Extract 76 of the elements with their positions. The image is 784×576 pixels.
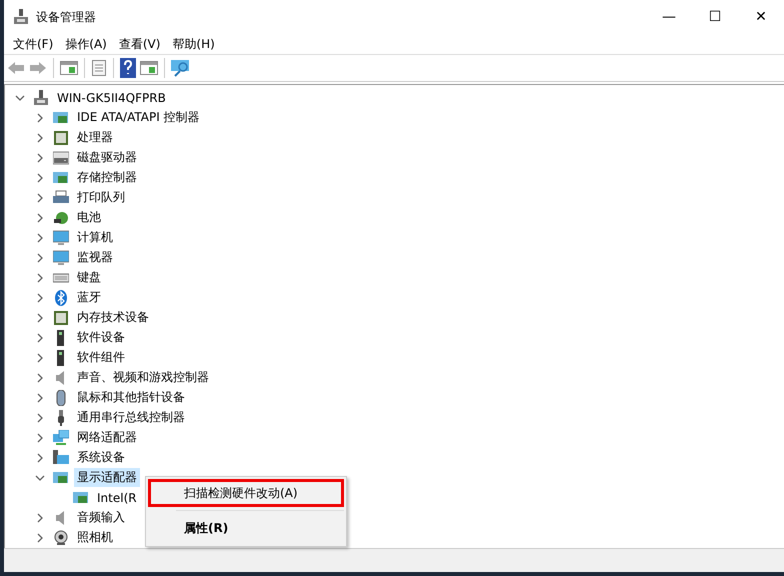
monitor-icon <box>53 250 69 266</box>
expand-chevron-icon[interactable] <box>35 392 45 403</box>
collapse-chevron-icon[interactable] <box>15 92 25 103</box>
tree-item[interactable]: 软件设备 <box>74 328 128 348</box>
expand-chevron-icon[interactable] <box>35 452 45 463</box>
window-title: 设备管理器 <box>36 8 96 26</box>
collapse-chevron-icon[interactable] <box>35 472 45 483</box>
tree-item[interactable]: 通用串行总线控制器 <box>74 408 188 428</box>
camera-icon <box>53 530 69 546</box>
close-button[interactable]: ✕ <box>738 1 784 34</box>
expand-chevron-icon[interactable] <box>35 112 45 123</box>
tree-item[interactable]: 照相机 <box>74 528 116 548</box>
tree-item[interactable]: 声音、视频和游戏控制器 <box>74 368 212 388</box>
minimize-button[interactable]: — <box>646 1 692 34</box>
help-icon[interactable] <box>120 58 136 78</box>
expand-chevron-icon[interactable] <box>35 512 45 523</box>
tree-item[interactable]: 计算机 <box>74 228 116 248</box>
tree-item[interactable]: 系统设备 <box>74 448 128 468</box>
expand-chevron-icon[interactable] <box>35 432 45 443</box>
expand-chevron-icon[interactable] <box>35 252 45 263</box>
expand-chevron-icon[interactable] <box>35 212 45 223</box>
tree-item[interactable]: 内存技术设备 <box>74 308 152 328</box>
card-icon <box>53 170 69 186</box>
tree-item[interactable]: 显示适配器 <box>74 468 140 488</box>
expand-chevron-icon[interactable] <box>35 352 45 363</box>
tree-item[interactable]: 存储控制器 <box>74 168 140 188</box>
tree-item[interactable]: 鼠标和其他指针设备 <box>74 388 188 408</box>
tree-item[interactable]: IDE ATA/ATAPI 控制器 <box>74 108 203 128</box>
expand-chevron-icon[interactable] <box>35 332 45 343</box>
device-manager-icon <box>14 9 28 26</box>
tree-item[interactable]: 磁盘驱动器 <box>74 148 140 168</box>
expand-chevron-icon[interactable] <box>35 152 45 163</box>
scan-monitor-icon[interactable] <box>171 59 191 78</box>
tree-item[interactable]: WIN-GK5II4QFPRB <box>54 90 169 106</box>
chip-icon <box>53 310 69 326</box>
tree-item[interactable]: 音频输入 <box>74 508 128 528</box>
panel-view-icon[interactable] <box>60 60 78 76</box>
tree-item[interactable]: Intel(R <box>94 490 140 506</box>
expand-chevron-icon[interactable] <box>35 372 45 383</box>
menu-item[interactable]: 操作(A) <box>60 36 112 54</box>
maximize-button[interactable]: ☐ <box>692 1 738 34</box>
system-icon <box>53 450 69 466</box>
computer-icon <box>33 90 49 106</box>
printer-icon <box>53 190 69 206</box>
network-icon <box>53 430 69 446</box>
expand-chevron-icon[interactable] <box>35 192 45 203</box>
tree-item[interactable]: 电池 <box>74 208 104 228</box>
tree-item[interactable]: 处理器 <box>74 128 116 148</box>
expand-chevron-icon[interactable] <box>35 272 45 283</box>
tree-item[interactable]: 蓝牙 <box>74 288 104 308</box>
expand-chevron-icon[interactable] <box>35 172 45 183</box>
card-icon <box>53 110 69 126</box>
expand-chevron-icon[interactable] <box>35 312 45 323</box>
tree-item[interactable]: 网络适配器 <box>74 428 140 448</box>
tree-item[interactable]: 软件组件 <box>74 348 128 368</box>
tree-item[interactable]: 键盘 <box>74 268 104 288</box>
drive-icon <box>53 150 69 166</box>
tree-item[interactable]: 打印队列 <box>74 188 128 208</box>
expand-chevron-icon[interactable] <box>35 232 45 243</box>
context-menu-item[interactable]: 属性(R) <box>148 514 344 542</box>
chip-icon <box>53 130 69 146</box>
menu-item[interactable]: 帮助(H) <box>167 36 220 54</box>
card-icon <box>53 470 69 486</box>
expand-chevron-icon[interactable] <box>35 412 45 423</box>
expand-chevron-icon[interactable] <box>35 532 45 543</box>
expand-chevron-icon[interactable] <box>35 292 45 303</box>
bluetooth-icon <box>53 290 69 306</box>
tree-item[interactable]: 监视器 <box>74 248 116 268</box>
card-icon <box>73 490 89 506</box>
context-menu-item[interactable]: 扫描检测硬件改动(A) <box>148 478 344 507</box>
menu-item[interactable]: 查看(V) <box>114 36 166 54</box>
panel-view-icon[interactable] <box>140 60 158 76</box>
monitor-icon <box>53 230 69 246</box>
expand-chevron-icon[interactable] <box>35 132 45 143</box>
properties-sheet-icon[interactable] <box>91 59 107 78</box>
menu-item[interactable]: 文件(F) <box>8 36 58 54</box>
